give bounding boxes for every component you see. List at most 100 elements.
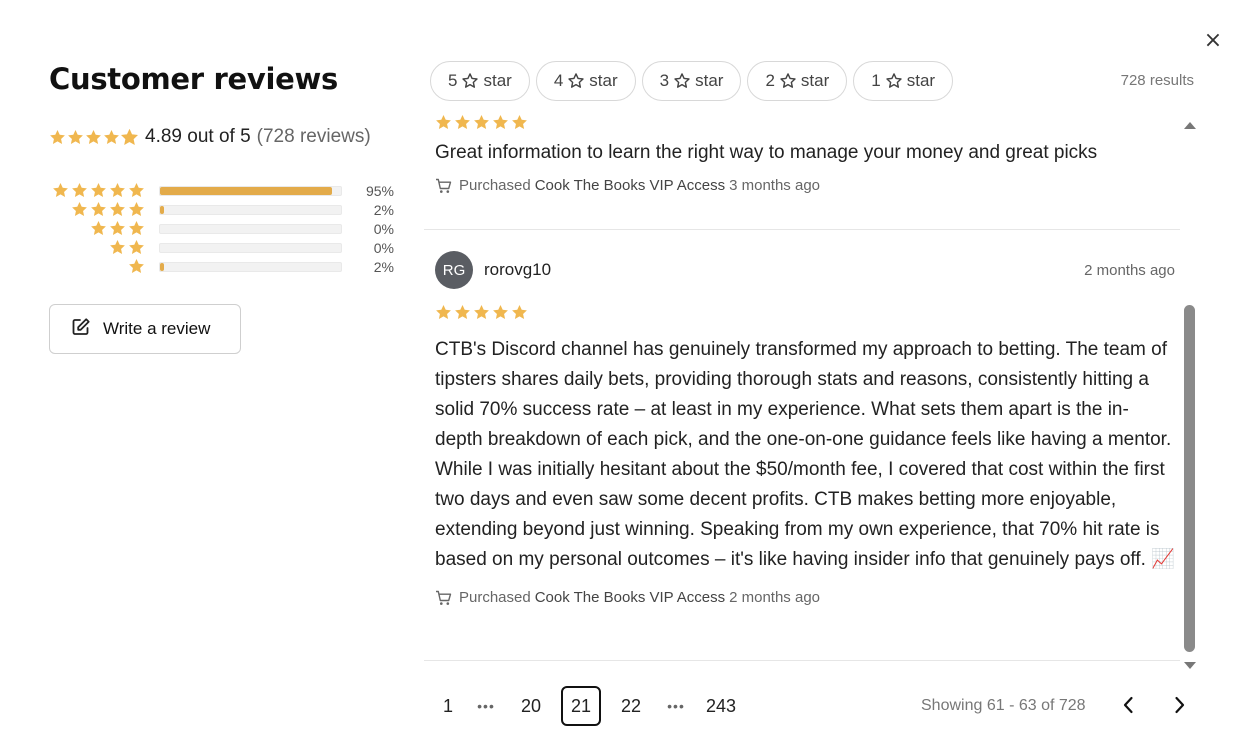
average-rating: 4.89 out of 5 bbox=[145, 126, 251, 147]
reviews-count: (728 reviews) bbox=[256, 126, 371, 147]
pagination-page[interactable]: 22 bbox=[606, 686, 656, 726]
distribution-stars bbox=[49, 239, 147, 256]
distribution-stars bbox=[49, 220, 147, 237]
purchased-label: Purchased bbox=[459, 177, 531, 194]
star-icon bbox=[129, 202, 144, 217]
star-icon bbox=[72, 183, 87, 198]
rating-stars bbox=[49, 128, 139, 146]
product-name: Cook The Books VIP Access bbox=[534, 177, 726, 194]
distribution-bar-fill bbox=[160, 186, 332, 195]
purchase-time: 2 months ago bbox=[729, 589, 821, 606]
write-review-button[interactable]: Write a review bbox=[49, 304, 241, 354]
star-outline-icon bbox=[568, 73, 584, 89]
pagination-current-page[interactable]: 21 bbox=[561, 686, 601, 726]
showing-range: Showing 61 - 63 of 728 bbox=[921, 697, 1086, 714]
results-count: 728 results bbox=[1120, 72, 1194, 89]
pagination-ellipsis: ••• bbox=[667, 698, 685, 714]
next-page-button[interactable] bbox=[1169, 694, 1191, 716]
distribution-stars bbox=[49, 201, 147, 218]
star-icon bbox=[91, 202, 106, 217]
chip-label: star bbox=[906, 71, 936, 90]
distribution-percent: 2% bbox=[373, 258, 394, 275]
chip-number: 4 bbox=[553, 71, 564, 90]
review-header: RG rorovg10 2 months ago bbox=[435, 251, 1175, 289]
review-text: Great information to learn the right way… bbox=[435, 142, 1098, 163]
filter-chip-3-star[interactable]: 3 star bbox=[641, 61, 742, 101]
purchase-time: 3 months ago bbox=[729, 177, 821, 194]
edit-icon bbox=[71, 317, 91, 342]
chip-number: 2 bbox=[765, 71, 775, 90]
star-icon bbox=[68, 129, 83, 144]
star-icon bbox=[462, 73, 479, 88]
scroll-up-arrow[interactable] bbox=[1184, 122, 1196, 129]
filter-chip-5-star[interactable]: 5 star bbox=[430, 61, 530, 101]
distribution-bar-fill bbox=[160, 262, 164, 271]
review-date: 2 months ago bbox=[1084, 261, 1175, 279]
pagination-ellipsis: ••• bbox=[477, 698, 495, 714]
pagination-page[interactable]: 20 bbox=[506, 686, 556, 726]
star-icon bbox=[512, 115, 527, 130]
close-button[interactable]: × bbox=[1203, 30, 1223, 52]
pagination-page[interactable]: 243 bbox=[696, 686, 746, 726]
star-icon bbox=[50, 129, 65, 144]
star-icon bbox=[110, 240, 125, 255]
scroll-down-arrow[interactable] bbox=[1184, 662, 1196, 669]
distribution-row[interactable]: 95% bbox=[49, 181, 395, 200]
distribution-percent: 95% bbox=[365, 182, 394, 199]
review-purchase-info: Purchased Cook The Books VIP Access 3 mo… bbox=[435, 177, 1175, 194]
star-icon bbox=[91, 183, 106, 198]
cart-icon bbox=[435, 178, 452, 194]
distribution-bar bbox=[159, 242, 342, 253]
chip-number: 5 bbox=[448, 71, 458, 90]
product-name: Cook The Books VIP Access bbox=[534, 589, 726, 606]
chip-label: star bbox=[695, 71, 724, 90]
star-outline-icon bbox=[780, 73, 796, 89]
star-icon bbox=[436, 115, 451, 130]
divider bbox=[424, 229, 1180, 230]
chip-label: star bbox=[483, 71, 512, 90]
chevron-right-icon bbox=[1174, 696, 1186, 714]
chip-label: star bbox=[589, 71, 618, 90]
star-icon bbox=[91, 221, 106, 236]
scrollbar-thumb[interactable] bbox=[1184, 305, 1195, 652]
star-icon bbox=[886, 73, 902, 88]
star-icon bbox=[110, 183, 125, 198]
star-icon bbox=[129, 221, 144, 236]
distribution-bar bbox=[159, 261, 342, 272]
star-icon bbox=[455, 305, 470, 320]
review-item: RG rorovg10 2 months ago CTB's Discord c… bbox=[435, 251, 1175, 606]
chip-number: 1 bbox=[871, 71, 881, 90]
star-icon bbox=[455, 115, 470, 130]
previous-page-button[interactable] bbox=[1117, 694, 1139, 716]
distribution-row[interactable]: 0% bbox=[49, 219, 395, 238]
pagination-page[interactable]: 1 bbox=[430, 686, 466, 726]
reviewer: RG rorovg10 bbox=[435, 251, 551, 289]
star-icon bbox=[780, 73, 796, 88]
page-title: Customer reviews bbox=[49, 62, 338, 96]
star-icon bbox=[493, 305, 508, 320]
chip-label: star bbox=[800, 71, 830, 90]
review-list[interactable]: Great information to learn the right way… bbox=[424, 108, 1180, 664]
star-icon bbox=[674, 73, 690, 88]
star-icon bbox=[110, 202, 125, 217]
star-icon bbox=[474, 115, 489, 130]
star-icon bbox=[72, 202, 87, 217]
filter-chip-2-star[interactable]: 2 star bbox=[747, 61, 848, 101]
star-icon bbox=[104, 129, 119, 144]
chip-number: 3 bbox=[659, 71, 670, 90]
star-icon bbox=[129, 183, 144, 198]
distribution-row[interactable]: 2% bbox=[49, 200, 395, 219]
filter-chip-4-star[interactable]: 4 star bbox=[535, 61, 636, 101]
star-icon bbox=[121, 128, 138, 145]
cart-icon bbox=[435, 590, 452, 606]
rating-summary: 4.89 out of 5 (728 reviews) bbox=[49, 126, 371, 148]
star-icon bbox=[53, 183, 68, 198]
distribution-row[interactable]: 0% bbox=[49, 238, 395, 257]
star-filter-chips: 5 star 4 star 3 star 2 star 1 star bbox=[430, 61, 959, 101]
divider bbox=[424, 660, 1180, 661]
distribution-row[interactable]: 2% bbox=[49, 257, 395, 276]
filter-chip-1-star[interactable]: 1 star bbox=[853, 61, 954, 101]
star-icon bbox=[568, 73, 584, 88]
reviewer-name: rorovg10 bbox=[484, 260, 552, 279]
distribution-stars bbox=[49, 182, 147, 199]
